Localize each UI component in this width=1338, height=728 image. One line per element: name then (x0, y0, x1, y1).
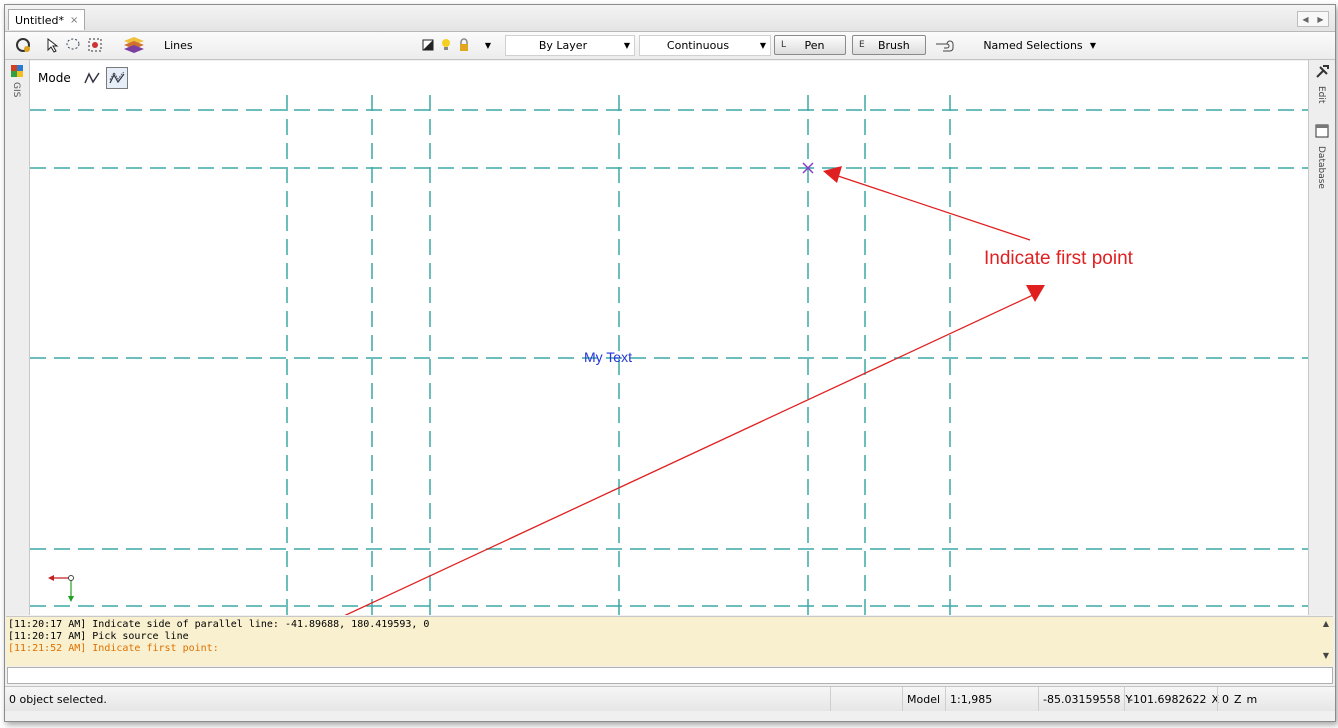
layer-visibility-icon[interactable] (421, 35, 435, 55)
x-value: -101.6982622 (1129, 692, 1207, 706)
chevron-right-icon[interactable]: ▶ (1317, 15, 1323, 24)
z-coordinate: 0 Z m (1217, 687, 1261, 711)
chevron-down-icon: ▼ (759, 41, 767, 50)
left-side-panel: GIS (5, 60, 30, 615)
instruction-annotation: Indicate first point (984, 248, 1133, 269)
layers-icon[interactable] (121, 35, 147, 55)
document-tab-strip: Untitled* × ◀ ▶ (5, 5, 1335, 32)
status-bar: 0 object selected. Model 1:1,985 -85.031… (5, 686, 1335, 711)
command-log: [11:20:17 AM] Indicate side of parallel … (6, 616, 1333, 666)
tab-untitled[interactable]: Untitled* × (8, 9, 86, 30)
annotation-arrow-lower (344, 285, 1045, 615)
scale-display[interactable]: 1:1,985 (945, 687, 1038, 711)
selection-status: 0 object selected. (9, 692, 107, 706)
y-coordinate: -85.03159558 Y (1038, 687, 1136, 711)
pen-label: Pen (804, 38, 825, 52)
z-value: 0 (1222, 692, 1229, 706)
log-line: [11:20:17 AM] Indicate side of parallel … (8, 619, 430, 630)
model-space-toggle[interactable]: Model (902, 687, 944, 711)
chevron-down-icon: ▼ (1089, 41, 1097, 50)
pen-shortcut-key: L (781, 40, 787, 50)
app-window: Untitled* × ◀ ▶ Lines ▼ By Layer ▼ Conti… (4, 4, 1336, 722)
layer-name: Lines (164, 39, 193, 52)
tab-close-icon[interactable]: × (70, 15, 78, 26)
edit-panel-tab[interactable]: Edit (1316, 86, 1326, 103)
polyline-mode-icon[interactable] (82, 69, 102, 87)
dashed-grid (30, 95, 1308, 615)
pen-button[interactable]: L Pen (774, 35, 846, 55)
window-select-icon[interactable] (85, 35, 105, 55)
layer-dropdown-icon[interactable]: ▼ (481, 35, 495, 55)
log-line: [11:20:17 AM] Pick source line (8, 631, 189, 642)
ucs-axis-icon (48, 575, 74, 602)
gis-icon[interactable] (10, 64, 24, 81)
lock-icon[interactable] (457, 35, 471, 55)
unit-label: m (1246, 692, 1258, 706)
tab-label: Untitled* (15, 13, 65, 27)
database-panel-tab[interactable]: Database (1316, 146, 1326, 189)
database-icon[interactable] (1315, 124, 1329, 141)
named-selections-label: Named Selections (983, 39, 1083, 52)
chevron-left-icon[interactable]: ◀ (1302, 15, 1308, 24)
drawing-layer (30, 95, 1308, 615)
mode-bar: Mode (30, 61, 1308, 95)
y-value: -85.03159558 (1043, 692, 1121, 706)
log-line-active-prompt: [11:21:52 AM] Indicate first point: (8, 643, 219, 654)
right-side-panel: Edit Database (1308, 60, 1335, 615)
snap-tool-icon[interactable] (13, 35, 33, 55)
linetype-value: Continuous (666, 39, 730, 52)
chevron-up-icon[interactable]: ▲ (1323, 619, 1329, 628)
select-pointer-icon[interactable] (43, 35, 61, 55)
parallel-mode-icon[interactable] (106, 67, 128, 89)
main-toolbar: Lines ▼ By Layer ▼ Continuous ▼ L Pen E … (5, 32, 1335, 60)
tab-scroll-buttons[interactable]: ◀ ▶ (1297, 11, 1329, 27)
brush-button[interactable]: E Brush (852, 35, 926, 55)
pointing-hand-icon[interactable] (933, 35, 959, 55)
chevron-down-icon[interactable]: ▼ (1323, 651, 1329, 660)
annotation-arrow-upper (823, 166, 1031, 241)
status-spacer (830, 687, 909, 711)
text-object[interactable]: My Text (584, 349, 632, 365)
linetype-dropdown[interactable]: Continuous ▼ (639, 35, 771, 56)
drawing-canvas[interactable]: My Text Indicate first point (30, 95, 1308, 615)
tools-icon[interactable] (1314, 64, 1330, 83)
chevron-down-icon: ▼ (623, 41, 631, 50)
color-dropdown[interactable]: By Layer ▼ (505, 35, 635, 56)
lightbulb-icon[interactable] (439, 35, 453, 55)
x-coordinate: -101.6982622 X (1124, 687, 1223, 711)
named-selections-dropdown[interactable]: Named Selections ▼ (979, 35, 1101, 56)
brush-label: Brush (877, 38, 910, 52)
mode-label: Mode (38, 71, 71, 85)
z-label: Z (1234, 692, 1242, 706)
brush-shortcut-key: E (859, 40, 865, 50)
command-input[interactable] (7, 667, 1333, 684)
lasso-select-icon[interactable] (63, 35, 83, 55)
gis-panel-tab[interactable]: GIS (11, 82, 21, 97)
color-value: By Layer (538, 39, 588, 52)
